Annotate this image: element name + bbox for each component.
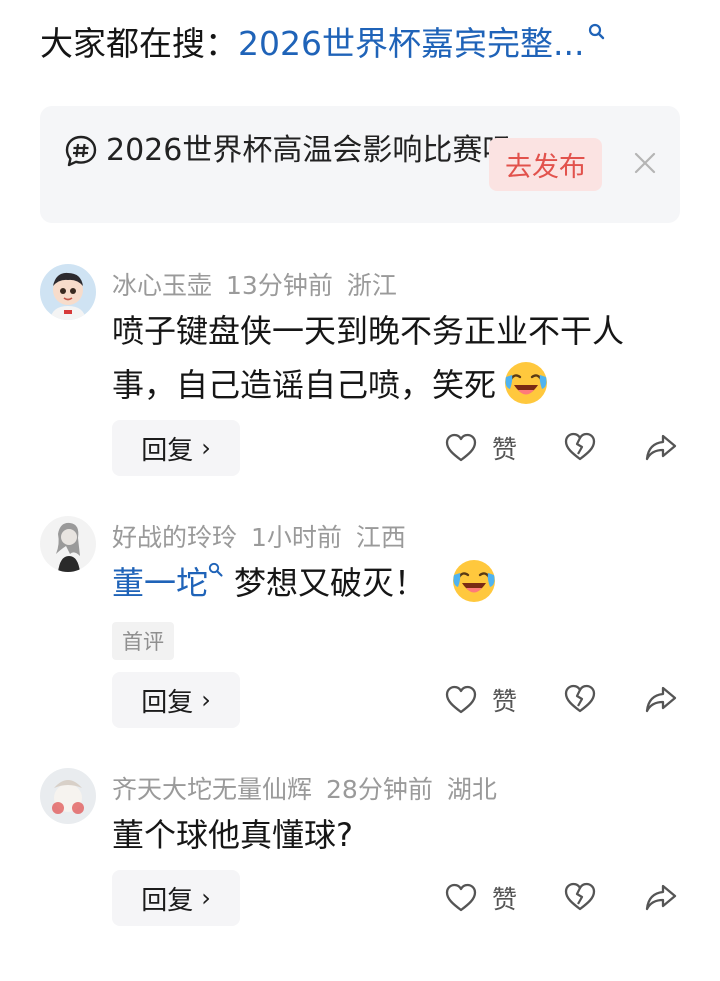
comment-location: 浙江 — [346, 271, 397, 300]
username[interactable]: 齐天大坨无量仙辉 — [112, 775, 312, 804]
heart-icon — [445, 685, 477, 714]
search-suggestion[interactable]: 大家都在搜： 2026世界杯嘉宾完整... — [40, 18, 606, 64]
share-icon[interactable] — [644, 880, 678, 914]
avatar[interactable] — [40, 264, 96, 320]
comment-meta: 冰心玉壶 13分钟前 浙江 — [112, 266, 411, 302]
reply-label: 回复 — [141, 885, 194, 916]
reply-button[interactable]: 回复 › — [112, 672, 240, 728]
avatar[interactable] — [40, 516, 96, 572]
share-icon[interactable] — [644, 682, 678, 716]
reply-button[interactable]: 回复 › — [112, 420, 240, 476]
chevron-right-icon: › — [201, 884, 211, 912]
heart-icon — [445, 433, 477, 462]
comment-text: 董一坨 梦想又破灭！ — [112, 556, 672, 610]
username[interactable]: 冰心玉壶 — [112, 271, 212, 300]
broken-heart-icon[interactable] — [563, 880, 597, 914]
search-icon — [589, 23, 605, 40]
reply-label: 回复 — [141, 435, 194, 466]
search-prefix: 大家都在搜： — [40, 24, 238, 63]
publish-button[interactable]: 去发布 — [489, 138, 602, 191]
search-link[interactable]: 2026世界杯嘉宾完整... — [238, 17, 584, 65]
chevron-right-icon: › — [201, 434, 211, 462]
like-button[interactable]: 赞 — [444, 880, 517, 916]
comment-meta: 好战的玲玲 1小时前 江西 — [112, 518, 420, 554]
first-comment-badge: 首评 — [112, 622, 174, 660]
comment-text: 董个球他真懂球? — [112, 808, 672, 862]
topic-hashtag-icon — [65, 135, 97, 167]
avatar[interactable] — [40, 768, 96, 824]
share-icon[interactable] — [644, 430, 678, 464]
comment-text: 喷子键盘侠一天到晚不务正业不干人事，自己造谣自己喷，笑死 — [112, 304, 672, 412]
comment-meta: 齐天大坨无量仙辉 28分钟前 湖北 — [112, 770, 511, 806]
like-label: 赞 — [492, 885, 518, 914]
like-label: 赞 — [492, 435, 518, 464]
topic-text: 2026世界杯高温会影响比赛吗 — [106, 133, 513, 168]
comment-location: 湖北 — [446, 775, 497, 804]
comment-time: 13分钟前 — [226, 271, 333, 300]
laughing-crying-emoji-icon — [453, 560, 496, 602]
comment-body: 梦想又破灭！ — [234, 564, 427, 602]
close-icon[interactable] — [634, 152, 656, 174]
heart-icon — [445, 883, 477, 912]
laughing-crying-emoji-icon — [505, 362, 548, 404]
like-label: 赞 — [492, 687, 518, 716]
comment-body: 董个球他真懂球? — [112, 816, 353, 854]
username[interactable]: 好战的玲玲 — [112, 523, 237, 552]
comment-location: 江西 — [355, 523, 406, 552]
chevron-right-icon: › — [201, 686, 211, 714]
broken-heart-icon[interactable] — [563, 682, 597, 716]
topic-card[interactable]: 2026世界杯高温会影响比赛吗 去发布 — [40, 106, 680, 223]
reply-label: 回复 — [141, 687, 194, 718]
comment-time: 1小时前 — [251, 523, 342, 552]
broken-heart-icon[interactable] — [563, 430, 597, 464]
search-icon — [208, 562, 223, 577]
mention-link[interactable]: 董一坨 — [112, 564, 208, 602]
reply-button[interactable]: 回复 › — [112, 870, 240, 926]
comment-time: 28分钟前 — [326, 775, 433, 804]
like-button[interactable]: 赞 — [444, 682, 517, 718]
like-button[interactable]: 赞 — [444, 430, 517, 466]
